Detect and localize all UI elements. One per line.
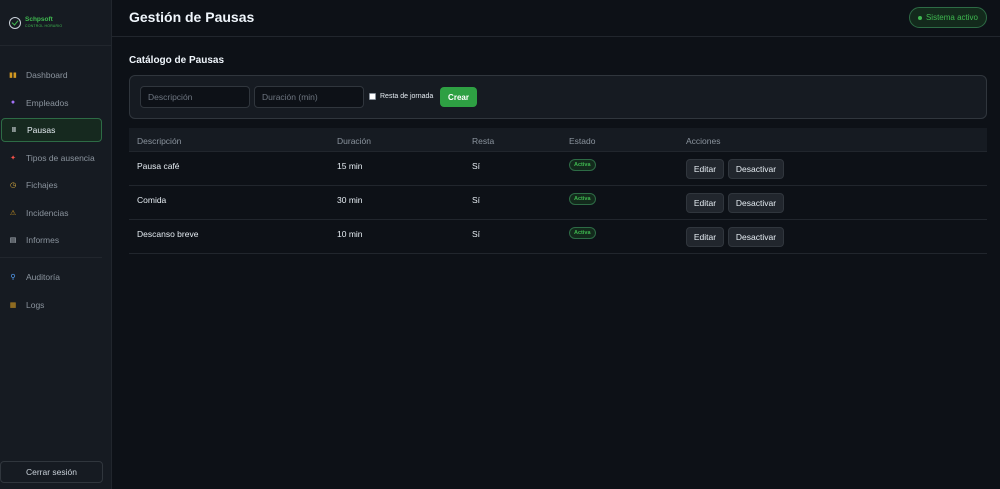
sidebar-item-tipos-ausencia[interactable]: ✦ Tipos de ausencia xyxy=(1,146,102,170)
sidebar-item-logs[interactable]: ▦ Logs xyxy=(1,293,102,317)
cell-duration: 30 min xyxy=(337,195,363,205)
cell-resta: Sí xyxy=(472,229,481,239)
logout-button[interactable]: Cerrar sesión xyxy=(0,461,103,483)
sidebar-item-informes[interactable]: ▤ Informes xyxy=(1,228,102,252)
cell-duration: 15 min xyxy=(337,161,363,171)
cell-resta: Sí xyxy=(472,195,481,205)
sidebar-item-dashboard[interactable]: ▮▮ Dashboard xyxy=(1,63,102,87)
column-header-duracion: Duración xyxy=(337,136,372,146)
status-badge: Activa xyxy=(569,193,596,205)
status-badge: Activa xyxy=(569,227,596,239)
checkbox-label: Resta de jornada xyxy=(380,93,434,100)
sidebar-item-label: Informes xyxy=(26,235,60,245)
sidebar-item-label: Pausas xyxy=(27,125,56,135)
system-status-label: Sistema activo xyxy=(925,13,978,22)
status-dot-icon xyxy=(917,15,922,20)
status-badge: Activa xyxy=(569,159,596,171)
edit-button[interactable]: Editar xyxy=(686,159,724,179)
sidebar-item-empleados[interactable]: ● Empleados xyxy=(1,91,102,115)
resta-jornada-checkbox[interactable]: Resta de jornada xyxy=(369,93,433,100)
user-icon: ● xyxy=(10,99,16,106)
section-title: Catálogo de Pausas xyxy=(129,55,225,66)
warning-icon: ⚠ xyxy=(9,209,17,217)
column-header-resta: Resta xyxy=(472,136,495,146)
description-input[interactable] xyxy=(140,86,250,108)
sidebar-item-auditoria[interactable]: ⚲ Auditoría xyxy=(1,265,102,289)
sidebar-item-label: Tipos de ausencia xyxy=(26,152,95,163)
top-header: Gestión de Pausas Sistema activo xyxy=(112,0,1000,37)
main-content: Catálogo de Pausas Resta de jornada Crea… xyxy=(129,37,987,254)
duration-input[interactable] xyxy=(254,86,364,108)
bar-chart-icon: ▮▮ xyxy=(9,72,17,79)
cell-duration: 10 min xyxy=(337,229,363,239)
scroll-icon: ▦ xyxy=(9,301,17,309)
pause-icon: II xyxy=(12,126,16,134)
sidebar-item-label: Empleados xyxy=(26,97,69,108)
cell-resta: Sí xyxy=(472,161,481,171)
table-row: Comida 30 min Sí Activa Editar Desactiva… xyxy=(129,186,987,220)
sidebar-item-label: Dashboard xyxy=(26,70,68,80)
sidebar-item-label: Auditoría xyxy=(26,272,61,282)
sidebar-item-fichajes[interactable]: ◷ Fichajes xyxy=(1,173,102,197)
table-header: Descripción Duración Resta Estado Accion… xyxy=(129,128,987,152)
pauses-table: Descripción Duración Resta Estado Accion… xyxy=(129,128,987,254)
sidebar: Schpsoft CONTROL HORARIO ▮▮ Dashboard ● … xyxy=(0,0,112,489)
create-pause-form: Resta de jornada Crear xyxy=(129,75,987,119)
sidebar-item-label: Incidencias xyxy=(26,207,69,218)
sidebar-item-label: Fichajes xyxy=(26,180,58,190)
sidebar-nav: ▮▮ Dashboard ● Empleados II Pausas ✦ Tip… xyxy=(0,46,111,317)
sidebar-item-label: Logs xyxy=(26,299,45,310)
cell-description: Comida xyxy=(137,195,167,205)
clock-check-logo-icon xyxy=(9,16,21,29)
brand[interactable]: Schpsoft CONTROL HORARIO xyxy=(0,0,111,46)
table-row: Pausa café 15 min Sí Activa Editar Desac… xyxy=(129,152,987,186)
sidebar-item-incidencias[interactable]: ⚠ Incidencias xyxy=(1,201,102,225)
cell-description: Descanso breve xyxy=(137,229,199,239)
create-button[interactable]: Crear xyxy=(440,87,477,107)
column-header-descripcion: Descripción xyxy=(137,136,182,146)
pushpin-icon: ✦ xyxy=(10,154,16,162)
system-status-badge: Sistema activo xyxy=(908,7,987,28)
brand-name: Schpsoft xyxy=(25,16,53,23)
magnifier-icon: ⚲ xyxy=(10,274,16,281)
page-title: Gestión de Pausas xyxy=(129,9,255,25)
clock-icon: ◷ xyxy=(9,182,17,189)
cell-description: Pausa café xyxy=(137,161,180,171)
sidebar-item-pausas[interactable]: II Pausas xyxy=(1,118,102,142)
deactivate-button[interactable]: Desactivar xyxy=(728,227,784,247)
edit-button[interactable]: Editar xyxy=(686,227,724,247)
deactivate-button[interactable]: Desactivar xyxy=(728,193,784,213)
column-header-acciones: Acciones xyxy=(686,136,721,146)
brand-subtitle: CONTROL HORARIO xyxy=(25,23,63,28)
edit-button[interactable]: Editar xyxy=(686,193,724,213)
table-row: Descanso breve 10 min Sí Activa Editar D… xyxy=(129,220,987,254)
deactivate-button[interactable]: Desactivar xyxy=(728,159,784,179)
checkbox-box[interactable] xyxy=(369,93,376,100)
sidebar-divider xyxy=(0,257,102,258)
column-header-estado: Estado xyxy=(569,136,596,146)
document-icon: ▤ xyxy=(9,237,17,244)
